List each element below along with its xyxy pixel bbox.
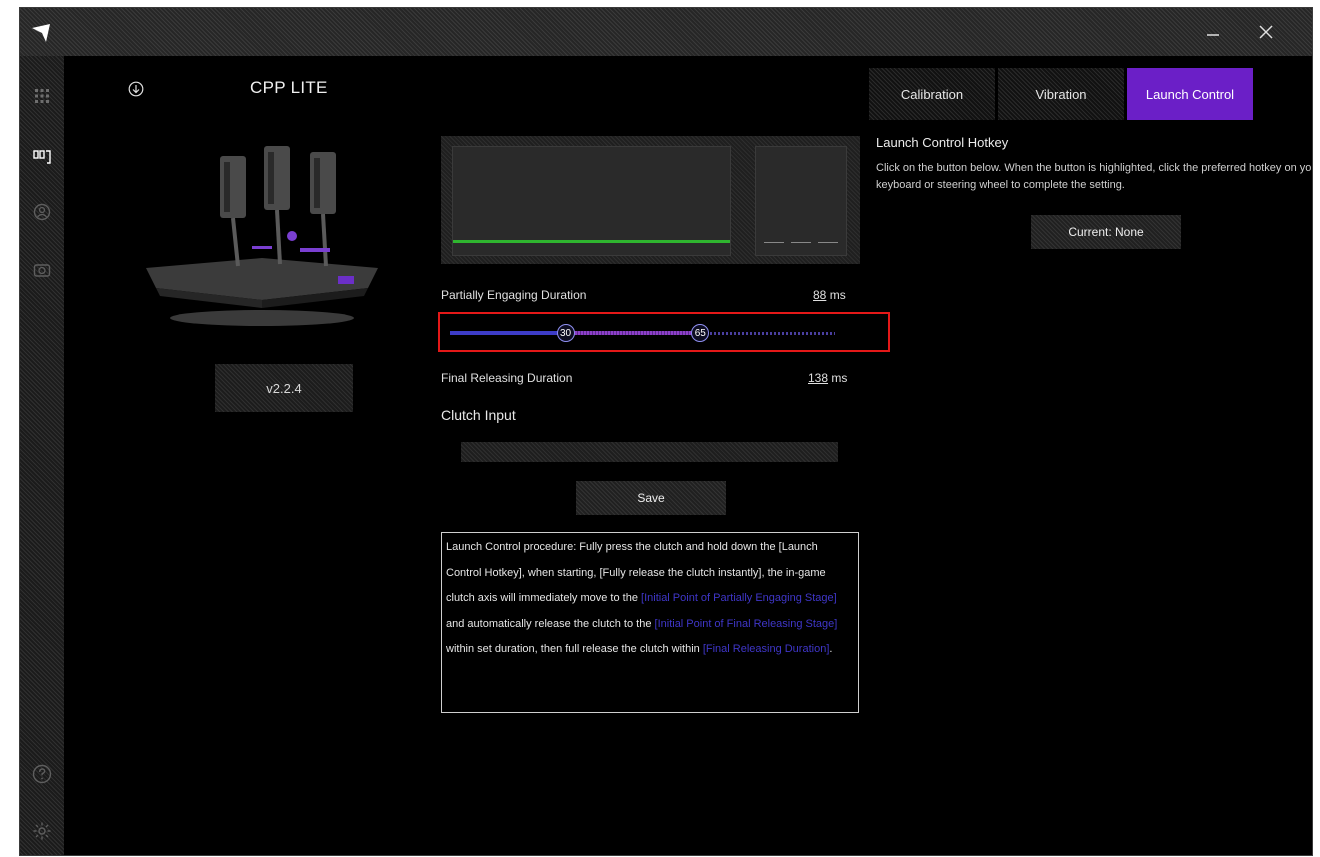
final-releasing-number[interactable]: 138 — [808, 371, 828, 385]
main-content: CPP LITE v2.2.4 Partially Engaging Durat… — [64, 56, 1313, 855]
final-releasing-value: 138 ms — [808, 371, 847, 385]
pedal-curve-graph — [452, 146, 731, 256]
info-text: and automatically release the clutch to … — [446, 617, 655, 630]
hotkey-title: Launch Control Hotkey — [876, 135, 1009, 150]
close-button[interactable] — [1247, 16, 1285, 48]
slider-fill-releasing — [565, 331, 701, 335]
partially-engaging-unit: ms — [829, 288, 846, 302]
pedal-input-bars — [755, 146, 847, 256]
sidebar — [20, 56, 64, 855]
info-highlight: [Initial Point of Partially Engaging Sta… — [641, 592, 837, 604]
firmware-version: v2.2.4 — [215, 364, 353, 412]
profile-icon — [33, 203, 51, 221]
graph-baseline — [453, 240, 730, 243]
close-icon — [1259, 25, 1273, 39]
stage-range-slider: 30 65 — [438, 312, 890, 352]
input-bar-tick — [791, 242, 811, 243]
clutch-input-bar — [461, 442, 838, 462]
info-text: . — [829, 643, 833, 655]
info-highlight: [Final Releasing Duration] — [702, 643, 830, 655]
tab-launch-control[interactable]: Launch Control — [1127, 68, 1253, 120]
sidebar-item-profile[interactable] — [29, 199, 55, 225]
grid-icon — [35, 89, 49, 103]
tab-vibration[interactable]: Vibration — [998, 68, 1124, 120]
sidebar-item-apps[interactable] — [29, 83, 55, 109]
settings-icon — [33, 822, 51, 840]
app-window: CPP LITE v2.2.4 Partially Engaging Durat… — [19, 7, 1313, 856]
download-icon[interactable] — [128, 81, 144, 97]
info-highlight: [Initial Point of Final Releasing Stage] — [654, 617, 838, 630]
partially-engaging-number[interactable]: 88 — [813, 288, 826, 302]
final-releasing-unit: ms — [831, 371, 848, 385]
sidebar-item-help[interactable] — [29, 761, 55, 787]
pedals-icon — [33, 150, 51, 164]
tab-calibration[interactable]: Calibration — [869, 68, 995, 120]
input-bar-tick — [818, 242, 838, 243]
hotkey-description: Click on the button below. When the butt… — [876, 162, 1313, 191]
info-text: within set duration, then full release t… — [446, 643, 703, 655]
help-icon — [32, 764, 52, 784]
minimize-button[interactable] — [1194, 16, 1232, 48]
pedals-image — [146, 146, 378, 326]
logo-icon — [32, 24, 50, 42]
clutch-input-label: Clutch Input — [441, 407, 516, 423]
sidebar-item-settings[interactable] — [29, 818, 55, 844]
camera-icon — [33, 264, 51, 277]
slider-thumb-engaging[interactable]: 30 — [556, 324, 575, 342]
final-releasing-label: Final Releasing Duration — [441, 371, 573, 385]
slider-fill-engaging — [450, 331, 566, 335]
save-button[interactable]: Save — [576, 481, 726, 515]
partially-engaging-label: Partially Engaging Duration — [441, 288, 587, 302]
minimize-icon — [1207, 34, 1219, 36]
pedal-graph-panel — [441, 136, 860, 264]
titlebar — [20, 8, 1312, 56]
sidebar-item-pedals[interactable] — [29, 143, 55, 169]
partially-engaging-value: 88 ms — [813, 288, 846, 302]
sidebar-item-camera[interactable] — [29, 257, 55, 283]
launch-control-info: Launch Control procedure: Fully press th… — [441, 532, 859, 713]
settings-tabs: Calibration Vibration Launch Control — [869, 68, 1256, 120]
slider-thumb-releasing[interactable]: 65 — [691, 324, 710, 342]
device-name: CPP LITE — [250, 78, 328, 97]
input-bar-tick — [764, 242, 784, 243]
hotkey-current-button[interactable]: Current: None — [1031, 215, 1181, 249]
